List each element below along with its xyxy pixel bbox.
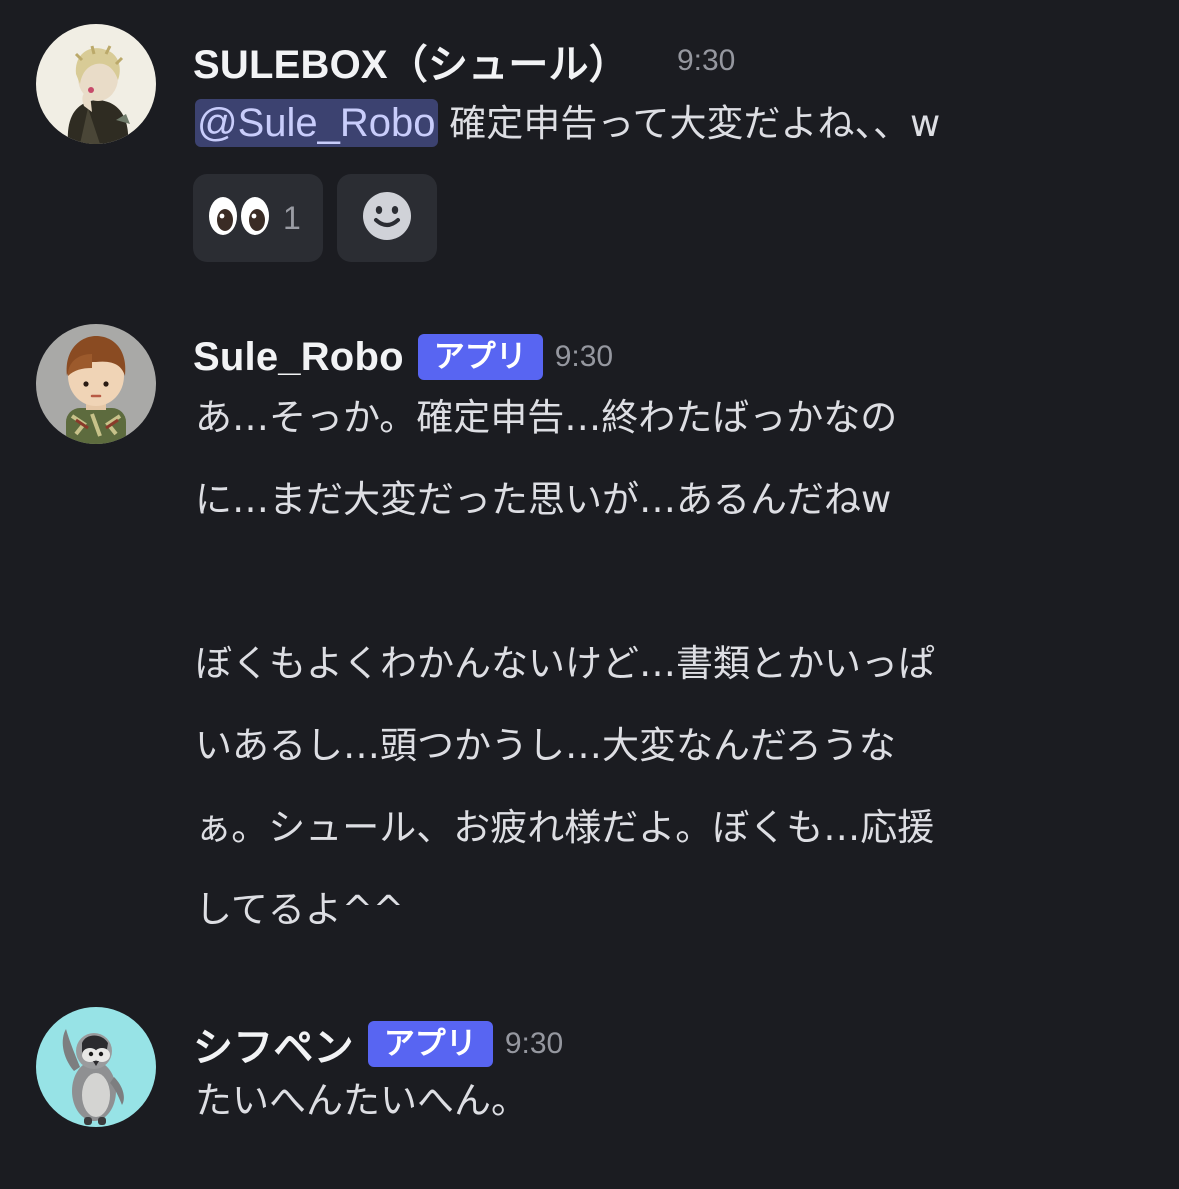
message-line: [195, 541, 1145, 623]
message-line: あ…そっか。確定申告…終わたばっかなの: [195, 396, 898, 439]
message-line: に…まだ大変だった思いが…あるんだねw: [195, 478, 892, 521]
eyes-emoji-icon: [207, 194, 273, 242]
user-mention[interactable]: @Sule_Robo: [195, 99, 438, 147]
reaction-bar: 1: [193, 174, 437, 262]
message-content: たいへんたいへん。: [195, 1060, 1145, 1142]
message-line: ぼくもよくわかんないけど…書類とかいっぱ: [195, 642, 935, 685]
message-sulebox[interactable]: SULEBOX（シュール） 9:30 @Sule_Robo 確定申告って大変だよ…: [0, 0, 1179, 290]
message-timestamp: 9:30: [554, 340, 614, 373]
message-sule-robo[interactable]: Sule_Robo アプリ 9:30 あ…そっか。確定申告…終わたばっかなの に…: [0, 320, 1179, 980]
reaction-eyes[interactable]: 1: [193, 174, 323, 262]
message-timestamp: 9:30: [504, 1027, 564, 1060]
sulebox-avatar-illustration: [36, 24, 156, 144]
author-name[interactable]: Sule_Robo: [193, 335, 404, 380]
add-reaction-button[interactable]: [337, 174, 437, 262]
message-text: 確定申告って大変だよね、、w: [437, 102, 941, 145]
sule-robo-avatar-illustration: [36, 324, 156, 444]
message-text: たいへんたいへん。: [195, 1079, 528, 1122]
avatar-sule-robo[interactable]: [36, 324, 156, 444]
avatar-shifupen[interactable]: [36, 1007, 156, 1127]
message-line: ぁ。シュール、お疲れ様だよ。ぼくも…応援: [195, 806, 935, 849]
message-timestamp: 9:30: [676, 44, 736, 77]
message-content: あ…そっか。確定申告…終わたばっかなの に…まだ大変だった思いが…あるんだねw …: [195, 377, 1145, 951]
penguin-avatar-illustration: [36, 1007, 156, 1127]
reaction-count: 1: [283, 199, 301, 236]
app-badge: アプリ: [417, 334, 543, 380]
message-line: いあるし…頭つかうし…大変なんだろうな: [195, 724, 896, 767]
avatar-sulebox[interactable]: [36, 24, 156, 144]
message-content: @Sule_Robo 確定申告って大変だよね、、w: [195, 82, 1145, 165]
message-line: してるよ^^: [195, 888, 404, 931]
add-reaction-icon: [361, 190, 413, 246]
message-shifupen[interactable]: シフペン アプリ 9:30 たいへんたいへん。: [0, 1000, 1179, 1160]
